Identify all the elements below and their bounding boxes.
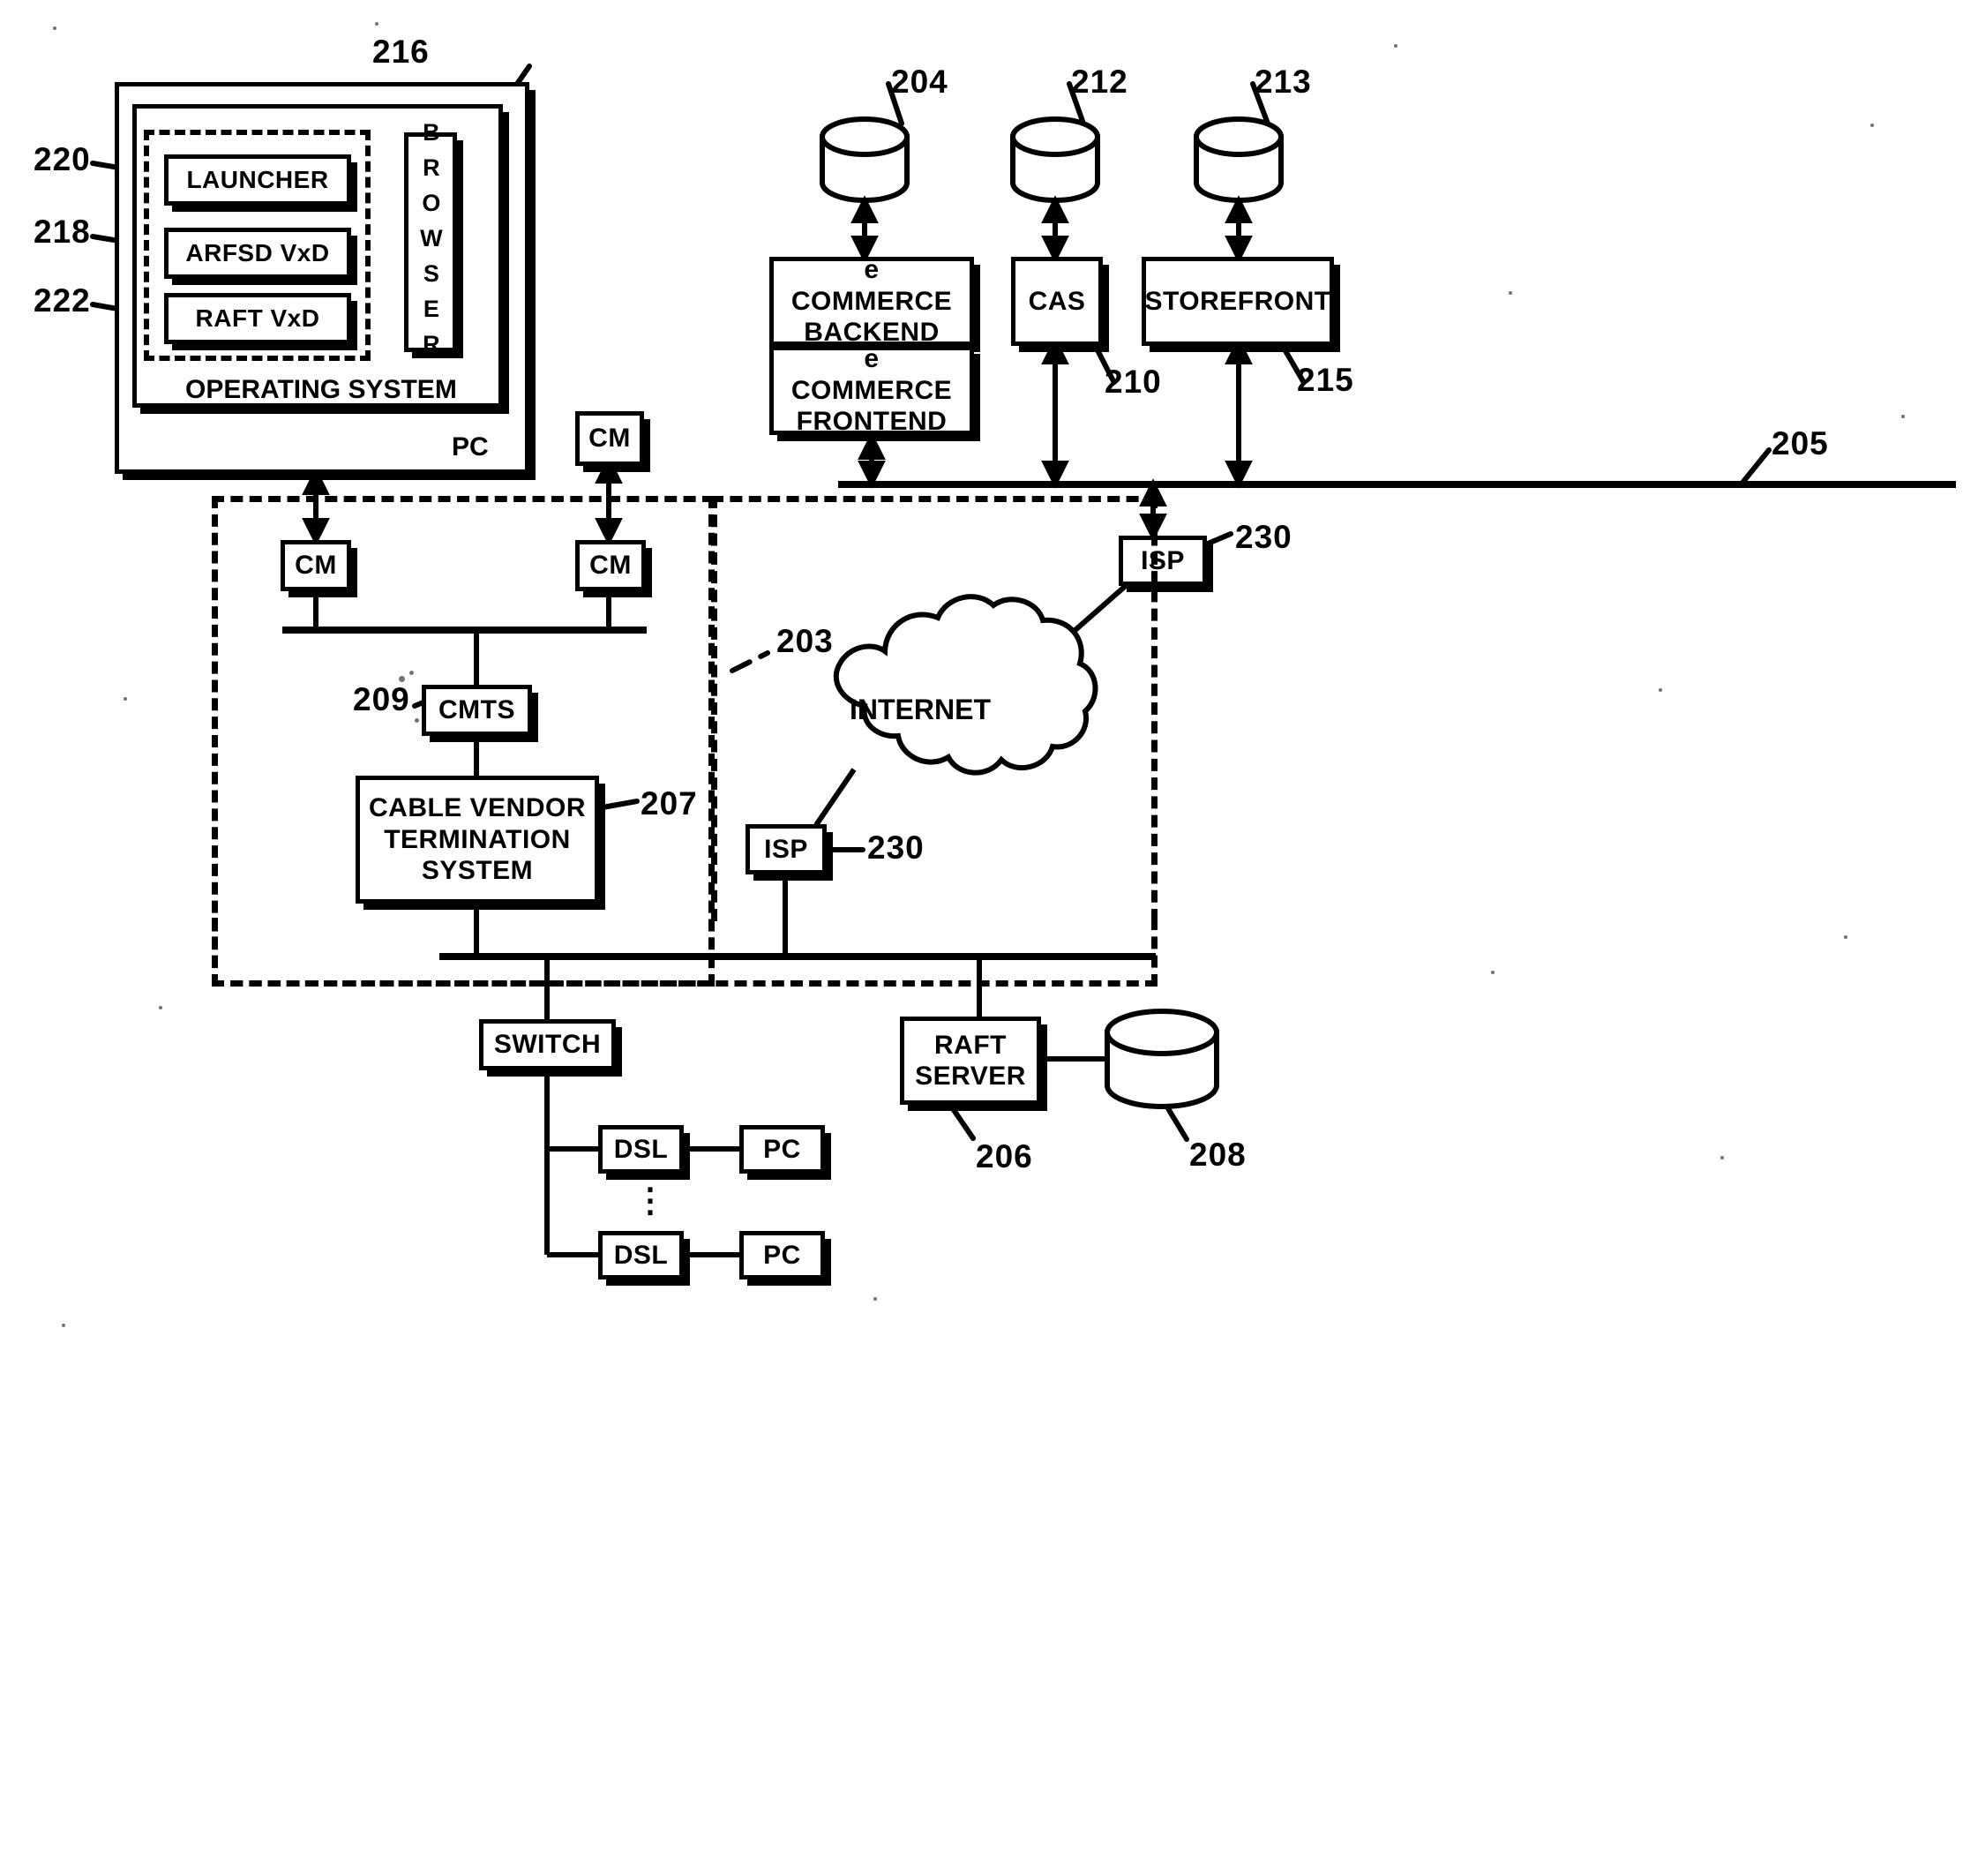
cmts-box[interactable]: CMTS [422,685,532,736]
pc-box-1[interactable]: PC [739,1125,825,1174]
ecommerce-frontend-label: e COMMERCE FRONTEND [790,344,953,437]
ref-215: 215 [1297,362,1354,398]
browser-box[interactable]: BROWSER [404,119,457,366]
ref-213: 213 [1255,64,1312,100]
dsl-label: DSL [613,1240,669,1270]
cvts-line-2: TERMINATION [384,824,571,854]
cmts-label: CMTS [438,695,515,725]
pc-label: PC [452,432,489,461]
ref-206: 206 [976,1138,1033,1174]
raft-vxd-box[interactable]: RAFT VxD [164,293,351,344]
cm-label: CM [588,424,631,454]
cm-top-right-box[interactable]: CM [575,411,644,466]
db-cylinder [1194,116,1284,203]
isp-bottom-label: ISP [764,834,808,864]
ecommerce-backend-label: e COMMERCE BACKEND [790,255,953,348]
arfsd-vxd-box[interactable]: ARFSD VxD [164,228,351,279]
storefront-label: STOREFRONT [1144,286,1331,316]
cable-vendor-termination-system-box[interactable]: CABLE VENDOR TERMINATION SYSTEM [356,776,599,904]
switch-label: SWITCH [493,1030,602,1060]
raft-server-line-2: SERVER [915,1062,1026,1091]
ref-212: 212 [1071,64,1128,100]
backbone-bus-205 [838,481,1956,488]
pc-label: PC [763,1134,801,1164]
ref-222: 222 [34,282,91,319]
cable-bus [282,627,647,634]
ref-218: 218 [34,214,91,250]
browser-label: BROWSER [417,118,445,366]
ref-216: 216 [372,34,430,70]
pc-box-2[interactable]: PC [739,1231,825,1279]
switch-box[interactable]: SWITCH [479,1019,616,1070]
pc-label: PC [763,1240,801,1270]
cas-label: CAS [1028,286,1086,316]
ref-230-top: 230 [1235,519,1292,555]
cas-box[interactable]: CAS [1011,257,1103,346]
raft-vxd-label: RAFT VxD [195,304,320,333]
isp-bottom-box[interactable]: ISP [745,824,827,874]
ecommerce-frontend-box[interactable]: e COMMERCE FRONTEND [769,344,974,437]
ref-208: 208 [1189,1137,1247,1173]
cm-right-box[interactable]: CM [575,540,646,591]
cm-label: CM [295,551,337,581]
ref-207: 207 [641,785,698,822]
operating-system-label: OPERATING SYSTEM [185,375,457,404]
dsl-box-2[interactable]: DSL [598,1231,684,1279]
ref-230-bottom: 230 [867,829,925,866]
internet-label: INTERNET [850,694,991,725]
raft-server-line-1: RAFT [934,1030,1007,1060]
ref-205: 205 [1772,425,1829,461]
ref-204: 204 [891,64,948,100]
patent-figure: LAUNCHER ARFSD VxD RAFT VxD BROWSER OPER… [0,0,1963,1876]
raft-server-box[interactable]: RAFT SERVER [900,1017,1041,1105]
ref-210: 210 [1105,364,1162,400]
storefront-box[interactable]: STOREFRONT [1142,257,1334,346]
ref-209: 209 [353,681,410,717]
cvts-line-1: CABLE VENDOR [368,793,586,823]
db-cylinder [1010,116,1100,203]
dsl-box-1[interactable]: DSL [598,1125,684,1174]
db-cylinder [820,116,910,203]
vertical-ellipsis: ⋮ [633,1182,667,1219]
dsl-label: DSL [613,1134,669,1164]
ecommerce-backend-box[interactable]: e COMMERCE BACKEND [769,255,974,348]
launcher-label: LAUNCHER [186,166,329,194]
access-network-dashed-boundary-lower [212,918,1158,987]
cm-label: CM [589,551,632,581]
ref-220: 220 [34,141,91,177]
cm-left-box[interactable]: CM [281,540,351,591]
cvts-line-3: SYSTEM [421,856,534,886]
db-cylinder [1105,1009,1219,1109]
launcher-box[interactable]: LAUNCHER [164,154,351,206]
arfsd-vxd-label: ARFSD VxD [185,239,330,267]
ref-203: 203 [776,623,834,659]
lower-bus [439,953,1156,960]
